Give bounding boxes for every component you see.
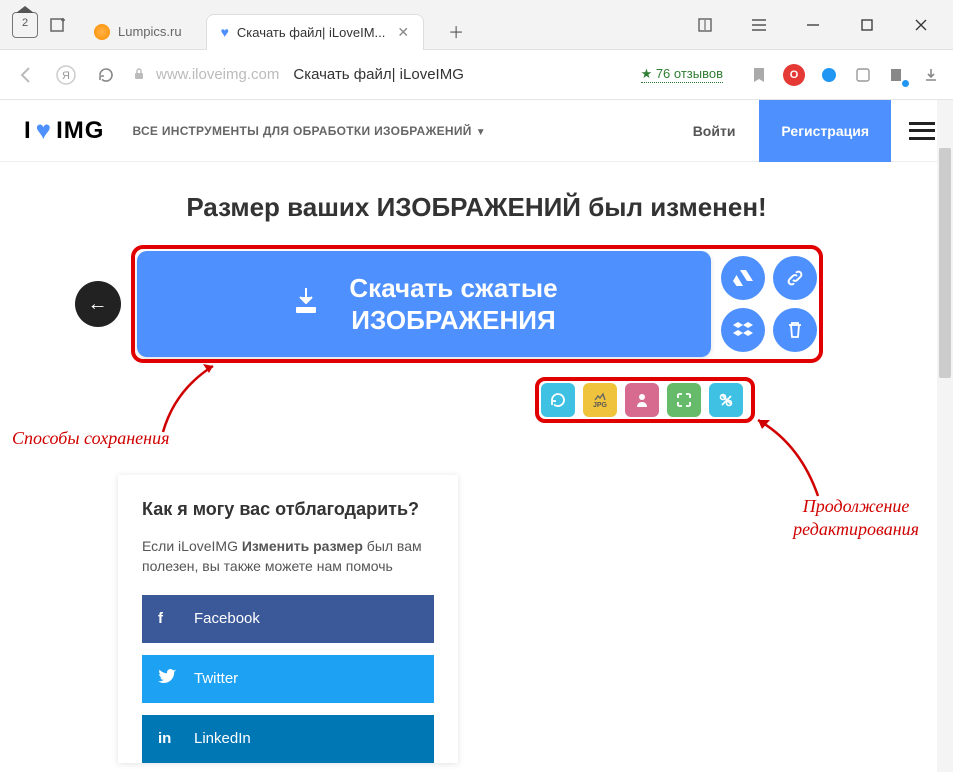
close-icon[interactable]: ✕ [397, 24, 409, 41]
reload-icon[interactable] [92, 61, 120, 89]
reviews-link[interactable]: ★ 76 отзывов [641, 66, 723, 83]
back-nav-icon[interactable] [12, 61, 40, 89]
share-linkedin[interactable]: inLinkedIn [142, 715, 434, 763]
tools-dropdown[interactable]: ВСЕ ИНСТРУМЕНТЫ ДЛЯ ОБРАБОТКИ ИЗОБРАЖЕНИ… [132, 124, 486, 138]
collections-icon[interactable] [887, 65, 907, 85]
svg-text:Я: Я [62, 70, 70, 82]
tools-label: ВСЕ ИНСТРУМЕНТЫ ДЛЯ ОБРАБОТКИ ИЗОБРАЖЕНИ… [132, 124, 471, 138]
close-button[interactable] [903, 10, 939, 40]
tab-lumpics[interactable]: Lumpics.ru [80, 14, 196, 50]
bookmark-icon[interactable] [749, 65, 769, 85]
tab-count: 2 [13, 17, 37, 29]
heart-icon: ♥ [36, 115, 52, 146]
yandex-icon[interactable]: Я [52, 61, 80, 89]
chevron-down-icon: ▼ [476, 127, 486, 138]
tab-label: Lumpics.ru [118, 24, 182, 39]
reader-icon[interactable] [687, 10, 723, 40]
back-button[interactable]: ← [75, 281, 121, 327]
new-window-icon[interactable] [48, 14, 70, 36]
facebook-icon: f [158, 610, 178, 627]
lock-icon [132, 67, 148, 83]
continue-tools: JPG [535, 377, 755, 423]
annotation-box [535, 377, 755, 423]
shield-icon[interactable] [819, 65, 839, 85]
address-bar: Я www.iloveimg.com Скачать файл| iLoveIM… [0, 50, 953, 100]
favicon-icon [94, 24, 110, 40]
maximize-button[interactable] [849, 10, 885, 40]
minimize-button[interactable] [795, 10, 831, 40]
extension-icon[interactable] [853, 65, 873, 85]
download-section: ← Скачать сжатые ИЗОБРАЖЕНИЯ [137, 251, 817, 357]
annotation-box [131, 245, 823, 363]
menu-icon [909, 122, 935, 140]
logo-text: IMG [56, 117, 104, 145]
downloads-icon[interactable] [921, 65, 941, 85]
url-field[interactable]: www.iloveimg.com Скачать файл| iLoveIMG … [132, 66, 723, 83]
tab-label: Скачать файл| iLoveIM... [237, 25, 385, 40]
annotation-label-left: Способы сохранения [12, 428, 169, 449]
share-facebook[interactable]: fFacebook [142, 595, 434, 643]
login-link[interactable]: Войти [669, 123, 760, 139]
thank-text: Если iLoveIMG Изменить размер был вам по… [142, 536, 434, 577]
site-header: I ♥ IMG ВСЕ ИНСТРУМЕНТЫ ДЛЯ ОБРАБОТКИ ИЗ… [0, 100, 953, 162]
home-button[interactable]: 2 [12, 12, 38, 38]
share-twitter[interactable]: Twitter [142, 655, 434, 703]
thank-card: Как я могу вас отблагодарить? Если iLove… [118, 475, 458, 763]
page-title: Размер ваших ИЗОБРАЖЕНИЙ был изменен! [0, 192, 953, 223]
tab-iloveimg[interactable]: ♥ Скачать файл| iLoveIM... ✕ [206, 14, 425, 50]
logo-text: I [24, 117, 32, 145]
adblock-icon[interactable]: O [783, 64, 805, 86]
new-tab-button[interactable]: ＋ [442, 17, 470, 45]
annotation-arrow [155, 360, 225, 445]
logo[interactable]: I ♥ IMG [24, 115, 104, 146]
browser-titlebar: 2 Lumpics.ru ♥ Скачать файл| iLoveIM... … [0, 0, 953, 50]
menu-icon[interactable] [741, 10, 777, 40]
url-host: www.iloveimg.com [156, 66, 279, 83]
url-title: Скачать файл| iLoveIMG [293, 66, 464, 83]
favicon-icon: ♥ [221, 24, 229, 40]
thank-title: Как я могу вас отблагодарить? [142, 499, 434, 520]
twitter-icon [158, 669, 178, 689]
annotation-arrow [750, 414, 830, 509]
register-button[interactable]: Регистрация [759, 100, 891, 162]
linkedin-icon: in [158, 730, 178, 747]
